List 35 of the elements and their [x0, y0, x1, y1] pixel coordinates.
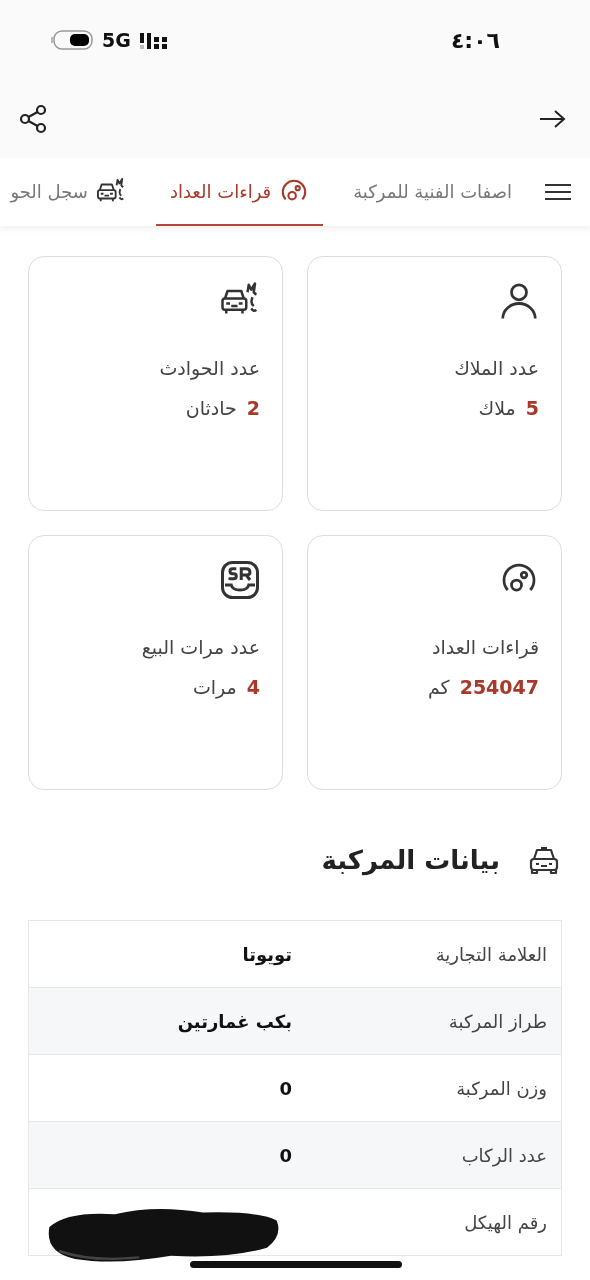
row-value: 0 [279, 1144, 292, 1166]
status-time: ٤:٠٦ [450, 27, 500, 53]
person-icon [499, 281, 539, 321]
stat-label: عدد الملاك [453, 357, 539, 379]
row-value: تويوتا [242, 943, 292, 965]
stat-unit: مرات [192, 676, 237, 698]
menu-icon[interactable] [544, 183, 572, 201]
back-arrow-icon[interactable] [538, 109, 566, 129]
sr-tag-icon [220, 560, 260, 600]
stat-label: عدد الحوادث [158, 357, 260, 379]
row-label: وزن المركبة [455, 1077, 547, 1099]
row-label: رقم الهيكل [463, 1211, 547, 1233]
stat-unit: حادثان [185, 397, 237, 419]
network-label: 5G [102, 29, 131, 51]
tab[interactable]: سجل الحو [0, 158, 140, 226]
stat-unit: ملاك [478, 397, 516, 419]
car-icon [528, 845, 560, 875]
tab[interactable]: قراءات العداد [155, 158, 324, 226]
row-value: بكب غمارتين [177, 1010, 292, 1032]
section-title: بيانات المركبة [321, 845, 500, 875]
stat-label: قراءات العداد [431, 636, 539, 658]
tab[interactable]: اصفات الفنية للمركبة [339, 158, 526, 226]
stat-unit: كم [427, 676, 450, 698]
battery-icon [50, 30, 94, 50]
row-label: طراز المركبة [447, 1010, 547, 1032]
share-icon[interactable] [18, 104, 48, 134]
row-label: عدد الركاب [460, 1144, 547, 1166]
stat-value: 254047 [459, 676, 539, 698]
stat-value: 5 [525, 397, 539, 419]
row-label: العلامة التجارية [434, 943, 547, 965]
signal-icon [138, 31, 169, 49]
stat-value: 2 [246, 397, 260, 419]
stat-value: 4 [246, 676, 260, 698]
row-value: 0 [279, 1077, 292, 1099]
stat-label: عدد مرات البيع [140, 636, 260, 658]
